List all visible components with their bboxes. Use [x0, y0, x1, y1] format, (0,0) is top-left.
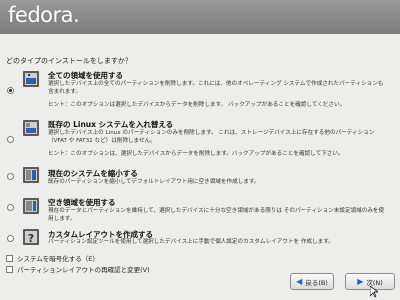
option-hint: ヒント：このオプションは選択したデバイスからデータを削除します。 バックアップが… — [48, 102, 346, 108]
mouse-cursor-icon — [370, 286, 378, 298]
encrypt-system-checkbox-row[interactable]: システムを暗号化する（E） — [6, 253, 99, 263]
option-description: 選択したデバイス上の Linux のパーティションのみを削除します。 これは、ス… — [48, 130, 375, 144]
review-layout-checkbox[interactable] — [6, 265, 13, 273]
back-arrow-icon: ◀ — [296, 277, 303, 286]
header-banner: fedora. — [0, 0, 400, 34]
next-arrow-icon: ▶ — [357, 277, 364, 286]
option-description: 選択したデバイス上の全てのパーティションを削除します。これには、他のオペレーティ… — [48, 81, 384, 95]
drive-replace-all-icon — [23, 71, 39, 87]
drive-free-space-icon — [23, 198, 39, 214]
option-description: パーティション設定ツールを使用して選択したデバイス上に手動で個人設定のカスタムレ… — [48, 239, 334, 245]
radio-shrink-system[interactable] — [7, 173, 14, 180]
radio-use-free-space[interactable] — [7, 204, 14, 211]
encrypt-system-checkbox[interactable] — [6, 254, 13, 262]
fedora-logo: fedora. — [8, 3, 80, 27]
option-hint: ヒント：このオプションは、選択したデバイスからデータを削除します。バックアップが… — [48, 151, 344, 157]
install-type-prompt: どのタイプのインストールをしますか？ — [6, 57, 132, 65]
radio-use-all-space[interactable] — [7, 87, 14, 94]
back-button[interactable]: ◀ 戻る(B) — [290, 273, 334, 290]
next-button-label: 次(N) — [366, 278, 383, 287]
encrypt-system-label: システムを暗号化する（E） — [17, 255, 99, 263]
svg-text:?: ? — [28, 232, 34, 245]
option-description: 現在のデータとパーティションを維持して、選択したデバイスに十分な空き領域がある限… — [48, 208, 385, 222]
option-description: 既存のパーティションを縮小してデフォルトレイアウト用に空き領域を作成します。 — [48, 179, 260, 185]
back-button-label: 戻る(B) — [305, 278, 328, 287]
drive-shrink-icon — [23, 167, 39, 183]
review-layout-label: パーティションレイアウトの再確認と変更(V) — [17, 266, 150, 274]
radio-replace-linux[interactable] — [7, 136, 14, 143]
custom-layout-icon: ? — [23, 229, 39, 245]
drive-replace-linux-icon — [23, 120, 39, 136]
radio-custom-layout[interactable] — [7, 235, 14, 242]
review-layout-checkbox-row[interactable]: パーティションレイアウトの再確認と変更(V) — [6, 264, 150, 274]
